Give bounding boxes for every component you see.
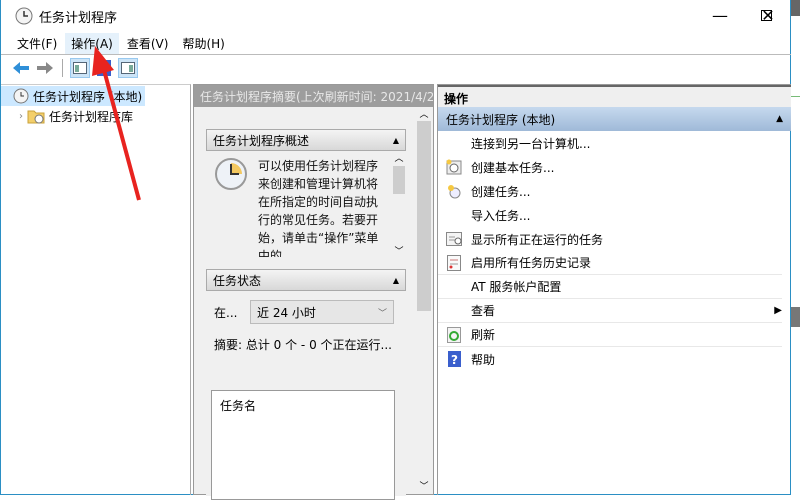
annotation-arrow [92,46,141,201]
